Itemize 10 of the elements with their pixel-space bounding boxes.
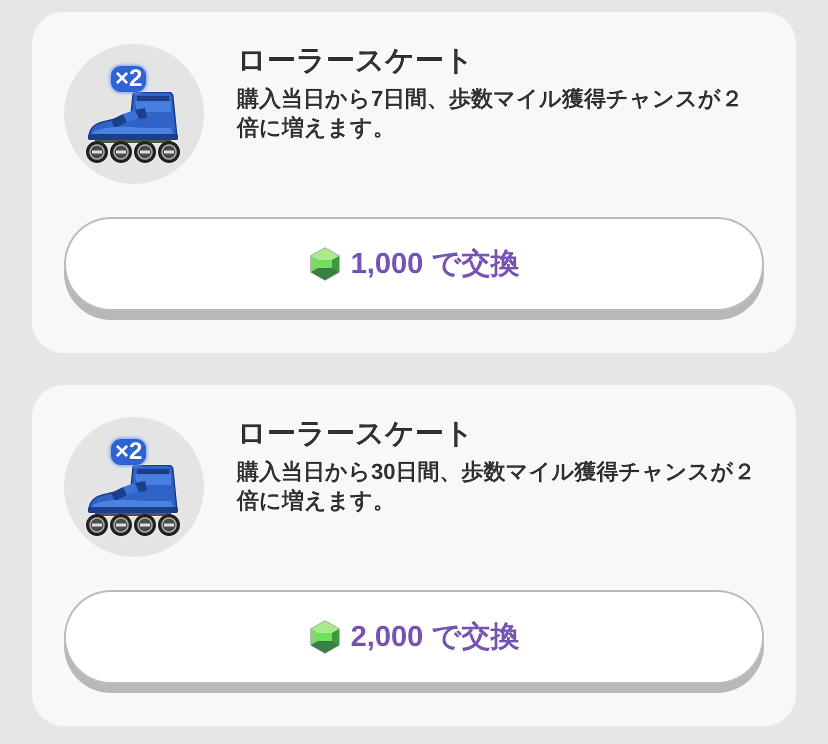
- gem-icon: [308, 247, 341, 281]
- roller-skate-icon: [85, 92, 181, 164]
- item-title: ローラースケート: [237, 417, 475, 451]
- multiplier-badge: ×2: [111, 439, 146, 465]
- item-description: 購入当日から30日間、歩数マイル獲得チャンスが２倍に増えます。: [237, 458, 756, 515]
- roller-skate-icon: [85, 465, 181, 537]
- multiplier-badge: ×2: [111, 66, 146, 92]
- item-description: 購入当日から7日間、歩数マイル獲得チャンスが２倍に増えます。: [237, 85, 744, 142]
- gem-icon: [308, 620, 341, 654]
- item-title: ローラースケート: [237, 44, 475, 78]
